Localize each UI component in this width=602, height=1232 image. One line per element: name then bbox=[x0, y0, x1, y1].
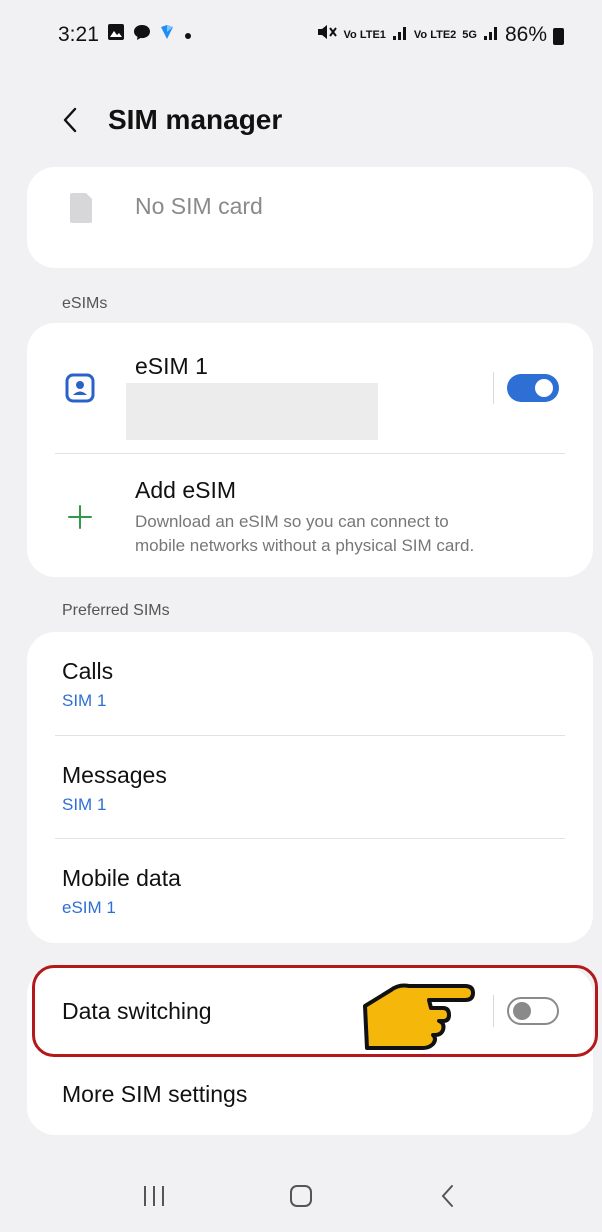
battery-icon bbox=[553, 27, 564, 45]
esim1-name: eSIM 1 bbox=[135, 353, 208, 379]
signal1-icon bbox=[392, 23, 408, 47]
chevron-left-icon bbox=[63, 107, 77, 133]
recent-apps-button[interactable] bbox=[124, 1171, 184, 1221]
chat-notification-icon bbox=[133, 23, 151, 47]
data-switching-row[interactable]: Data switching bbox=[27, 967, 593, 1055]
data-switching-divider bbox=[493, 995, 494, 1027]
location-notification-icon bbox=[159, 23, 175, 47]
esim1-toggle-knob bbox=[535, 379, 553, 397]
status-bar-right: Vo LTE1 Vo LTE2 5G 86% bbox=[316, 23, 564, 47]
esim1-divider bbox=[493, 372, 494, 404]
calls-title: Calls bbox=[62, 658, 114, 684]
home-button[interactable] bbox=[271, 1171, 331, 1221]
messages-value: SIM 1 bbox=[62, 795, 107, 814]
status-bar: 3:21 Vo LTE1 Vo LTE2 5G 86% bbox=[0, 0, 602, 70]
esims-card: eSIM 1 Add eSIM Download an eSIM so you … bbox=[27, 323, 593, 577]
no-sim-row: No SIM card bbox=[27, 167, 593, 268]
gallery-notification-icon bbox=[107, 23, 125, 47]
data-switching-label: Data switching bbox=[62, 998, 212, 1024]
volte1-icon: Vo LTE1 bbox=[343, 28, 386, 41]
back-nav-button[interactable] bbox=[418, 1171, 478, 1221]
calls-value: SIM 1 bbox=[62, 691, 107, 710]
recent-apps-icon bbox=[143, 1186, 164, 1206]
mobile-data-value: eSIM 1 bbox=[62, 898, 116, 917]
messages-title: Messages bbox=[62, 762, 167, 788]
status-time: 3:21 bbox=[58, 23, 99, 46]
add-esim-title: Add eSIM bbox=[135, 477, 236, 503]
data-switching-card: Data switching More SIM settings bbox=[27, 967, 593, 1135]
app-header: SIM manager bbox=[0, 92, 602, 148]
preferred-sims-card: Calls SIM 1 Messages SIM 1 Mobile data e… bbox=[27, 632, 593, 943]
add-esim-description-line2: mobile networks without a physical SIM c… bbox=[135, 536, 475, 555]
system-nav-bar bbox=[0, 1160, 602, 1232]
add-esim-description-line1: Download an eSIM so you can connect to bbox=[135, 512, 449, 531]
back-button[interactable] bbox=[60, 100, 94, 140]
volte2-icon: Vo LTE2 bbox=[413, 28, 457, 41]
mobile-data-title: Mobile data bbox=[62, 865, 181, 891]
mute-icon bbox=[316, 23, 338, 47]
plus-icon bbox=[67, 504, 93, 535]
esims-section-label: eSIMs bbox=[62, 295, 108, 312]
mobile-data-row[interactable]: Mobile data eSIM 1 bbox=[27, 839, 593, 943]
page-title: SIM manager bbox=[108, 104, 283, 135]
signal2-icon bbox=[483, 23, 499, 47]
battery-percent: 86% bbox=[504, 23, 547, 46]
status-bar-left: 3:21 bbox=[58, 23, 193, 47]
esim1-row[interactable]: eSIM 1 bbox=[27, 323, 593, 453]
network-5g-icon: 5G bbox=[462, 28, 477, 41]
pointing-hand-icon bbox=[357, 978, 477, 1059]
physical-sim-card: No SIM card bbox=[27, 167, 593, 268]
add-esim-row[interactable]: Add eSIM Download an eSIM so you can con… bbox=[27, 454, 593, 577]
more-sim-settings-row[interactable]: More SIM settings bbox=[27, 1055, 593, 1135]
esim1-toggle[interactable] bbox=[507, 374, 559, 402]
esim1-number-redacted bbox=[126, 383, 378, 440]
messages-row[interactable]: Messages SIM 1 bbox=[27, 736, 593, 838]
more-notifications-dot-icon bbox=[183, 23, 193, 47]
no-sim-label: No SIM card bbox=[135, 193, 263, 219]
sim-card-icon bbox=[66, 191, 96, 230]
more-sim-settings-label: More SIM settings bbox=[62, 1081, 248, 1107]
data-switching-toggle[interactable] bbox=[507, 997, 559, 1025]
data-switching-toggle-knob bbox=[513, 1002, 531, 1020]
esim-profile-icon bbox=[65, 373, 95, 408]
calls-row[interactable]: Calls SIM 1 bbox=[27, 632, 593, 735]
back-nav-icon bbox=[441, 1185, 454, 1207]
home-icon bbox=[289, 1185, 312, 1207]
preferred-section-label: Preferred SIMs bbox=[62, 602, 170, 619]
